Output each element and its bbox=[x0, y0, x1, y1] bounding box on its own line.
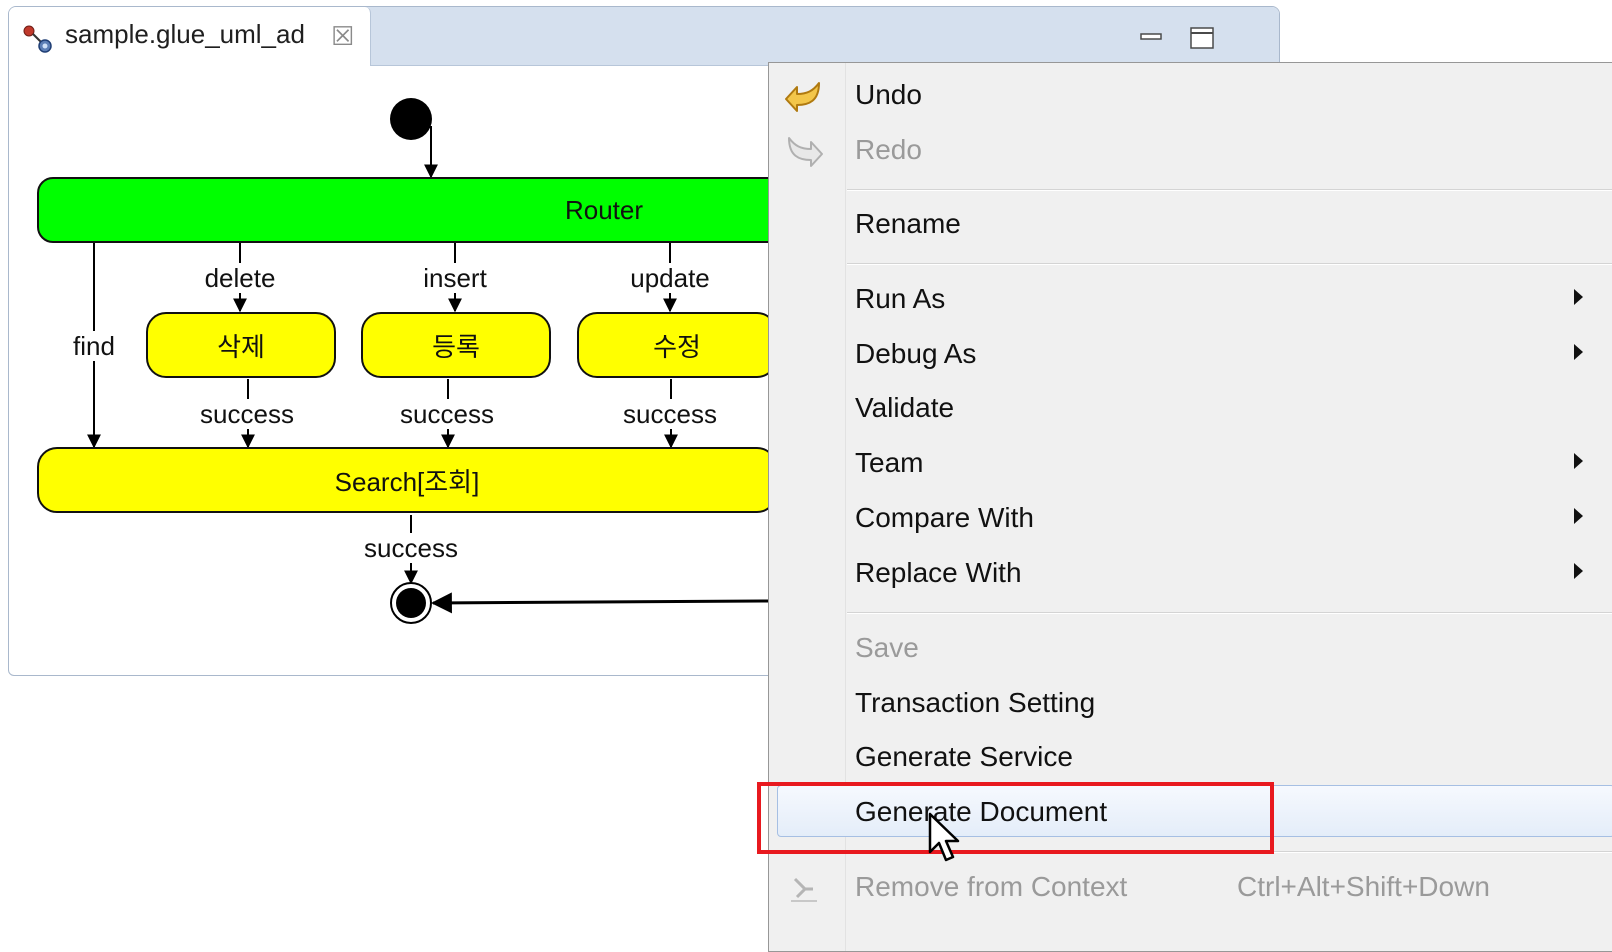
find-edge-label: find bbox=[71, 331, 117, 361]
insert-action-node[interactable]: 등록 bbox=[361, 312, 551, 378]
redo-icon bbox=[788, 137, 823, 167]
menu-item-label: Run As bbox=[855, 283, 946, 314]
menu-item-redo[interactable]: Redo bbox=[769, 126, 1612, 176]
undo-icon bbox=[785, 82, 820, 112]
submenu-arrow-icon bbox=[1574, 344, 1583, 360]
annotation-highlight-box bbox=[757, 782, 1274, 854]
router-label: Router bbox=[564, 194, 644, 225]
delete-edge-label: delete bbox=[202, 263, 278, 293]
delete-success-label: success bbox=[198, 399, 296, 429]
update-action-node[interactable]: 수정 bbox=[577, 312, 777, 378]
menu-item-team[interactable]: Team bbox=[769, 439, 1612, 489]
menu-item-label: Remove from Context bbox=[855, 871, 1128, 902]
menu-item-label: Save bbox=[855, 632, 919, 663]
menu-item-label: Redo bbox=[855, 134, 922, 165]
menu-item-generate-service[interactable]: Generate Service bbox=[769, 733, 1612, 783]
menu-item-label: Replace With bbox=[855, 557, 1022, 588]
update-edge-label: update bbox=[628, 263, 712, 293]
mouse-cursor-icon bbox=[928, 812, 960, 862]
menu-separator bbox=[847, 263, 1612, 265]
menu-item-remove-from-context[interactable]: Remove from Context Ctrl+Alt+Shift+Down bbox=[769, 863, 1612, 913]
menu-item-label: Transaction Setting bbox=[855, 687, 1096, 718]
menu-item-label: Rename bbox=[855, 208, 961, 239]
menu-item-label: Validate bbox=[855, 392, 955, 423]
menu-item-label: Compare With bbox=[855, 502, 1034, 533]
update-action-label: 수정 bbox=[653, 331, 701, 362]
menu-item-compare-with[interactable]: Compare With bbox=[769, 494, 1612, 544]
menu-item-save[interactable]: Save bbox=[769, 624, 1612, 674]
menu-item-label: Undo bbox=[855, 79, 922, 110]
menu-item-label: Team bbox=[855, 447, 924, 478]
insert-success-label: success bbox=[398, 399, 496, 429]
submenu-arrow-icon bbox=[1574, 453, 1583, 469]
update-success-label: success bbox=[621, 399, 719, 429]
remove-context-icon bbox=[791, 877, 817, 902]
router-node[interactable]: Router bbox=[37, 177, 807, 243]
submenu-arrow-icon bbox=[1574, 563, 1583, 579]
delete-action-label: 삭제 bbox=[217, 331, 265, 362]
menu-item-label: Debug As bbox=[855, 338, 977, 369]
menu-item-replace-with[interactable]: Replace With bbox=[769, 549, 1612, 599]
menu-item-shortcut: Ctrl+Alt+Shift+Down bbox=[1237, 871, 1490, 902]
insert-edge-label: insert bbox=[421, 263, 489, 293]
submenu-arrow-icon bbox=[1574, 508, 1583, 524]
menu-item-validate[interactable]: Validate bbox=[769, 384, 1612, 434]
insert-action-label: 등록 bbox=[432, 331, 480, 362]
submenu-arrow-icon bbox=[1574, 289, 1583, 305]
menu-item-transaction-setting[interactable]: Transaction Setting bbox=[769, 679, 1612, 729]
delete-action-node[interactable]: 삭제 bbox=[146, 312, 336, 378]
menu-item-debug-as[interactable]: Debug As bbox=[769, 330, 1612, 380]
search-action-node[interactable]: Search[조회] bbox=[37, 447, 777, 513]
menu-item-run-as[interactable]: Run As bbox=[769, 275, 1612, 325]
menu-separator bbox=[847, 612, 1612, 614]
menu-separator bbox=[847, 189, 1612, 191]
menu-item-rename[interactable]: Rename bbox=[769, 200, 1612, 250]
search-action-label: Search[조회] bbox=[334, 466, 480, 497]
menu-item-undo[interactable]: Undo bbox=[769, 71, 1612, 121]
search-success-label: success bbox=[362, 533, 460, 563]
initial-node bbox=[390, 98, 432, 140]
menu-item-label: Generate Service bbox=[855, 741, 1073, 772]
